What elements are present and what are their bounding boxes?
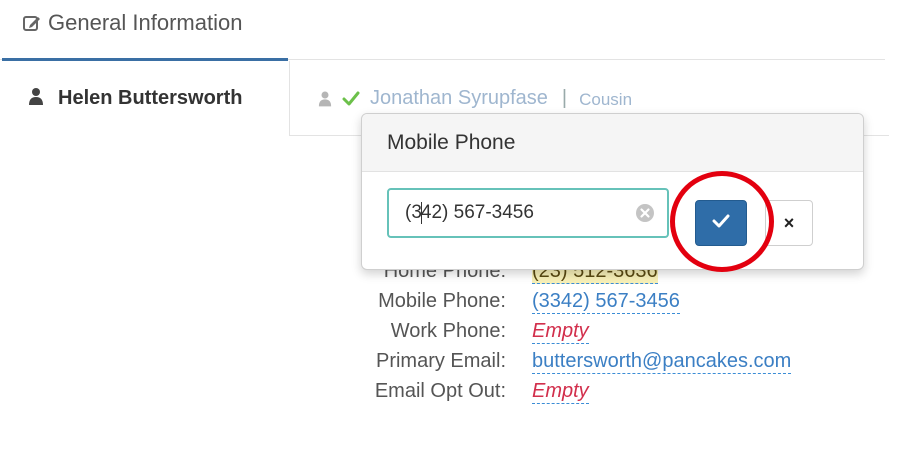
relation-label: Cousin (579, 90, 633, 109)
popover-title: Mobile Phone (362, 114, 863, 172)
mobile-phone-input[interactable]: (342) 567-3456 (387, 188, 669, 238)
section-header: General Information (22, 8, 242, 38)
close-icon: × (783, 212, 795, 233)
editable-email-opt-out[interactable]: Empty (532, 380, 589, 404)
clear-circle-icon[interactable] (635, 203, 655, 223)
tab-label: Helen Buttersworth (58, 87, 243, 109)
detail-label: Mobile Phone: (378, 290, 506, 312)
annotation-circle (670, 171, 774, 272)
tab-label: Jonathan Syrupfase (370, 87, 548, 109)
user-icon (318, 90, 332, 112)
editable-mobile-phone[interactable]: (3342) 567-3456 (532, 290, 680, 314)
editable-primary-email[interactable]: buttersworth@pancakes.com (532, 350, 792, 374)
input-value: (342) 567-3456 (405, 201, 534, 224)
edit-icon (22, 13, 42, 33)
detail-label: Work Phone: (390, 320, 506, 342)
section-title: General Information (48, 10, 243, 35)
editable-work-phone[interactable]: Empty (532, 320, 589, 344)
user-icon (28, 87, 44, 110)
detail-label: Email Opt Out: (374, 380, 506, 402)
check-icon (342, 90, 360, 111)
mobile-phone-editor-popover: Mobile Phone (342) 567-3456 (361, 113, 864, 270)
tab-helen-buttersworth[interactable]: Helen Buttersworth (2, 61, 288, 136)
tab-separator: | (561, 87, 568, 109)
detail-label: Primary Email: (375, 350, 506, 372)
